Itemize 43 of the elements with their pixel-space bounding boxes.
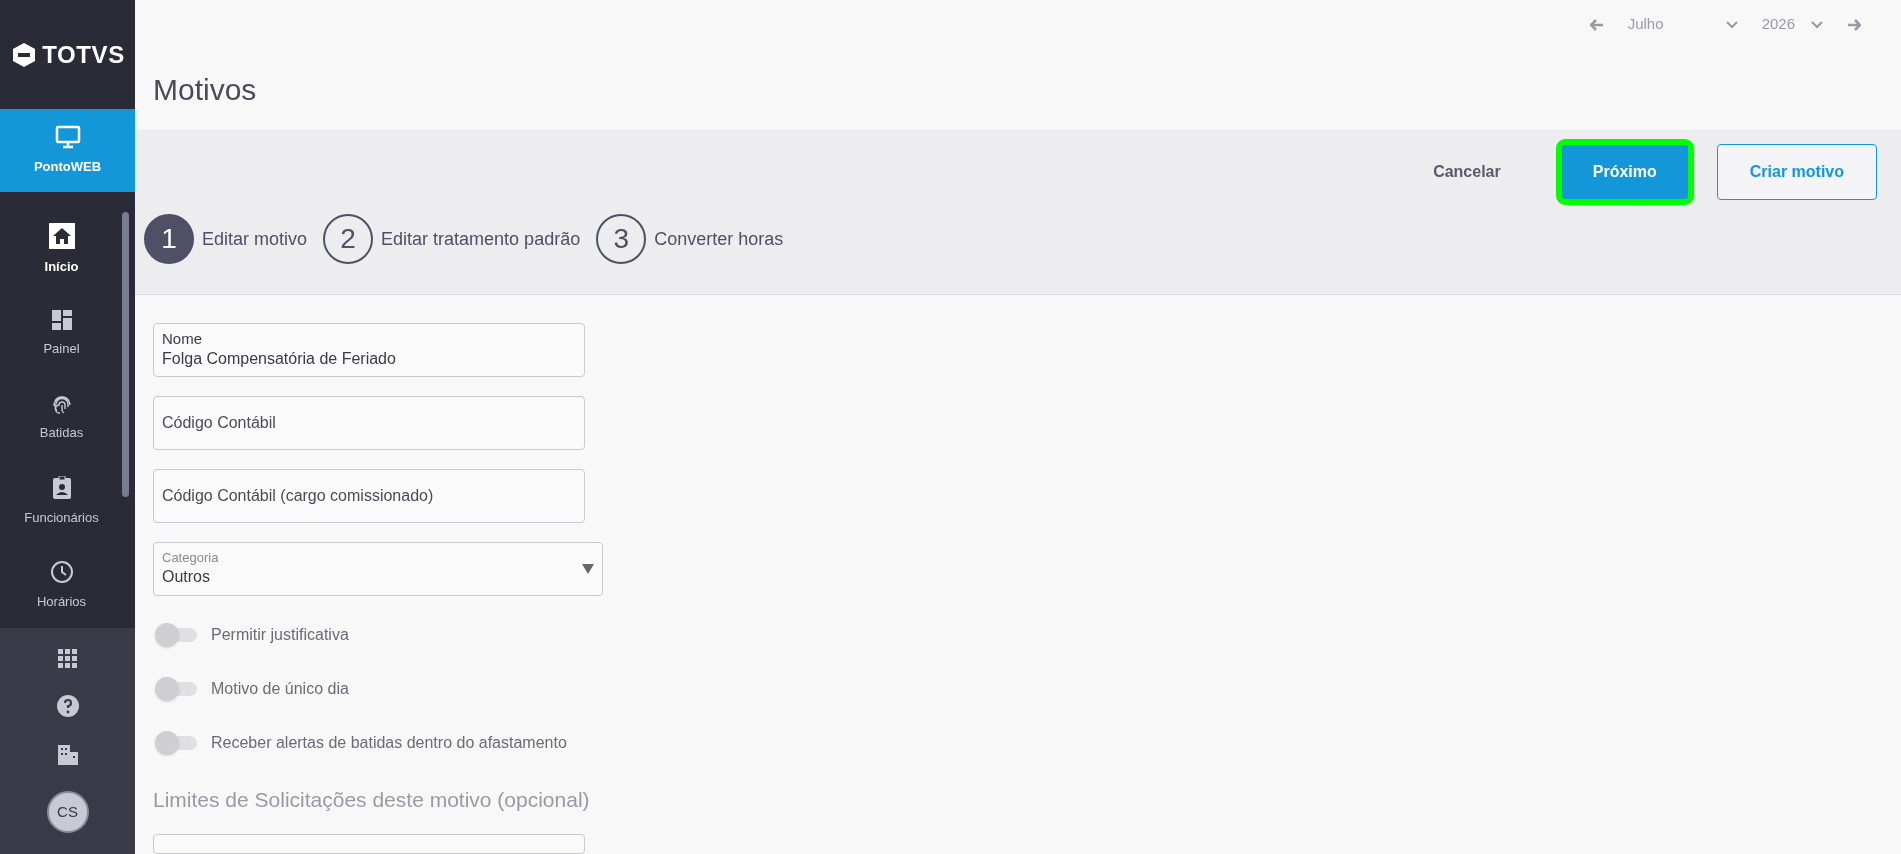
toggle-switch[interactable] bbox=[155, 622, 199, 647]
nav-item[interactable]: Início bbox=[0, 208, 135, 292]
help-icon[interactable] bbox=[55, 694, 80, 719]
nav-item[interactable]: Funcionários bbox=[0, 460, 135, 544]
toggle-label: Motivo de único dia bbox=[211, 678, 349, 699]
select-label: Categoria bbox=[162, 550, 219, 567]
building-icon[interactable] bbox=[56, 743, 79, 766]
clock-icon bbox=[49, 560, 74, 585]
toggle-label: Receber alertas de batidas dentro do afastamento bbox=[211, 732, 567, 753]
name-field[interactable]: Nome Folga Compensatória de Feriado bbox=[153, 322, 585, 377]
chevron-down-icon bbox=[1811, 20, 1823, 29]
field-value: Folga Compensatória de Feriado bbox=[162, 348, 397, 369]
toggle-label: Permitir justificativa bbox=[211, 624, 349, 645]
home-icon bbox=[48, 223, 75, 250]
monitor-icon bbox=[54, 124, 81, 149]
input-field[interactable] bbox=[153, 834, 585, 854]
nav-item[interactable]: Batidas bbox=[0, 376, 135, 460]
arrow-right-icon[interactable] bbox=[1847, 18, 1861, 31]
section-heading: Limites de Solicitações deste motivo (opcional) bbox=[153, 786, 591, 813]
toggle-switch[interactable] bbox=[155, 730, 199, 755]
action-button[interactable]: Cancelar bbox=[1401, 144, 1533, 201]
page-title: Motivos bbox=[152, 72, 258, 109]
apps-grid-icon[interactable] bbox=[57, 648, 78, 669]
fingerprint-icon bbox=[50, 393, 73, 416]
dashboard-icon bbox=[50, 309, 73, 332]
scrollbar[interactable] bbox=[122, 212, 129, 497]
input-field[interactable]: Código Contábil (cargo comissionado) bbox=[153, 468, 585, 523]
wizard-step[interactable]: 3 Converter horas bbox=[596, 214, 784, 265]
nav-item[interactable]: Painel bbox=[0, 292, 135, 376]
field-label: Nome bbox=[162, 330, 203, 349]
select-value: Outros bbox=[162, 566, 211, 587]
id-badge-icon bbox=[51, 476, 72, 501]
wizard-step[interactable]: 2 Editar tratamento padrão bbox=[323, 214, 581, 265]
chevron-down-icon bbox=[1725, 20, 1738, 29]
category-select[interactable]: Categoria Outros bbox=[153, 541, 603, 596]
input-field[interactable]: Código Contábil bbox=[153, 395, 585, 450]
toggle-switch[interactable] bbox=[155, 676, 199, 701]
user-avatar[interactable]: CS bbox=[46, 791, 89, 834]
nav-item[interactable]: Horários bbox=[0, 544, 135, 628]
wizard-step[interactable]: 1 Editar motivo bbox=[144, 214, 308, 265]
dropdown-triangle-icon bbox=[582, 563, 594, 574]
arrow-left-icon[interactable] bbox=[1589, 18, 1604, 31]
logo-text: TOTVS bbox=[42, 39, 125, 70]
